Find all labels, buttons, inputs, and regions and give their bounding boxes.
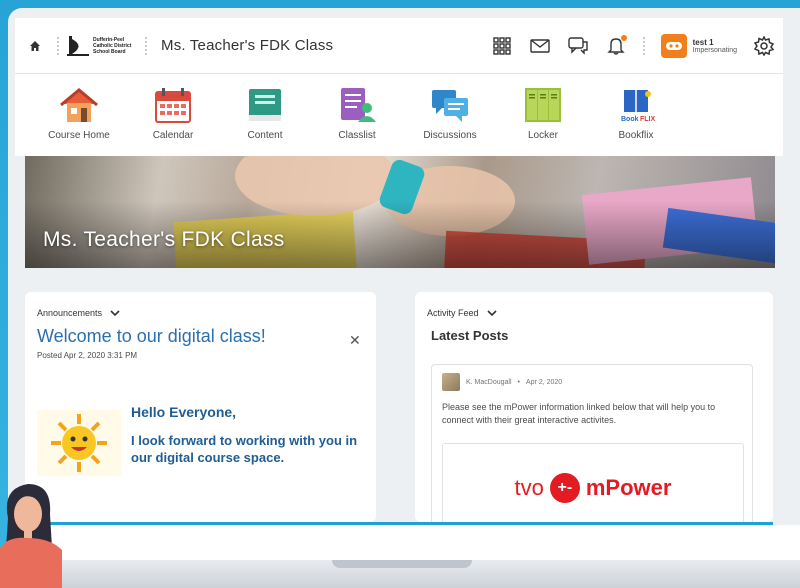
activity-feed-header[interactable]: Activity Feed: [415, 292, 773, 318]
separator: [642, 36, 645, 55]
widget-title: Activity Feed: [427, 308, 479, 318]
laptop-notch: [332, 560, 472, 568]
nav-label: Discussions: [423, 130, 477, 141]
close-icon[interactable]: ✕: [349, 332, 361, 349]
nav-item-course-home[interactable]: Course Home: [39, 86, 119, 141]
top-right-tools: test 1 Impersonating: [491, 33, 783, 58]
announcement-text: Hello Everyone, I look forward to workin…: [131, 404, 367, 476]
post-author[interactable]: K. MacDougall: [466, 379, 512, 386]
activity-feed-widget: Activity Feed Latest Posts K. MacDougall…: [415, 292, 773, 522]
svg-text:Book: Book: [621, 116, 639, 123]
chevron-down-icon[interactable]: [486, 308, 497, 318]
school-logo[interactable]: Dufferin-Peel Catholic District School B…: [67, 34, 137, 58]
course-banner: Ms. Teacher's FDK Class: [25, 156, 775, 268]
teacher-illustration: [0, 484, 62, 588]
chevron-down-icon[interactable]: [110, 308, 120, 318]
mpower-logo-text: mPower: [585, 475, 672, 500]
announcement-paragraph: I look forward to working with you in ou…: [131, 433, 358, 465]
top-bar: Dufferin-Peel Catholic District School B…: [15, 18, 783, 74]
announcements-widget: Announcements Welcome to our digital cla…: [25, 292, 376, 522]
bell-icon[interactable]: [605, 34, 627, 57]
calendar-icon: [155, 88, 191, 123]
nav-label: Calendar: [152, 130, 194, 141]
tvo-mpower-link[interactable]: tvo +- mPower: [442, 443, 744, 522]
notification-dot: [620, 34, 627, 41]
school-logo-text: Dufferin-Peel Catholic District School B…: [93, 36, 132, 55]
nav-label: Locker: [527, 130, 558, 141]
svg-text:FLIX: FLIX: [640, 116, 655, 123]
meta-dot: •: [517, 378, 520, 386]
book-icon: [249, 89, 281, 121]
announcements-header[interactable]: Announcements: [25, 292, 376, 318]
user-menu[interactable]: test 1 Impersonating: [660, 33, 737, 58]
nav-label: Bookflix: [618, 130, 654, 141]
discussion-bubbles-icon: [432, 90, 468, 122]
mpower-logo-icon: +-: [549, 473, 580, 503]
separator: [145, 36, 147, 55]
post-meta: K. MacDougall • Apr 2, 2020: [432, 365, 752, 399]
nav-item-discussions[interactable]: Discussions: [410, 86, 490, 141]
nav-label: Classlist: [338, 130, 376, 141]
nav-label: Content: [247, 130, 283, 141]
course-title[interactable]: Ms. Teacher's FDK Class: [161, 37, 333, 54]
activity-post[interactable]: K. MacDougall • Apr 2, 2020 Please see t…: [431, 364, 753, 522]
banner-title: Ms. Teacher's FDK Class: [43, 228, 285, 251]
apps-grid-icon[interactable]: [491, 35, 513, 57]
nav-item-content[interactable]: Content: [225, 86, 305, 141]
announcement-greeting: Hello Everyone,: [131, 404, 237, 420]
house-icon: [60, 88, 98, 122]
course-navbar: Course Home Calendar Content Classlist D…: [15, 74, 783, 156]
user-avatar: [660, 33, 687, 58]
laptop-screen-bottom: [8, 525, 800, 560]
bookflix-icon: Book FLIX: [620, 90, 655, 123]
user-name: test 1: [692, 37, 714, 47]
mail-icon[interactable]: [529, 35, 551, 57]
classlist-icon: [341, 88, 376, 122]
locker-icon: [525, 88, 561, 122]
sun-icon: [37, 410, 121, 476]
widget-title: Announcements: [37, 308, 103, 318]
tvo-logo-text: tvo: [514, 475, 544, 500]
announcement-title[interactable]: Welcome to our digital class!: [25, 318, 376, 347]
separator: [57, 36, 59, 55]
post-text: Please see the mPower information linked…: [442, 402, 716, 425]
user-status: Impersonating: [692, 46, 737, 54]
gear-icon[interactable]: [753, 35, 775, 57]
nav-item-calendar[interactable]: Calendar: [133, 86, 213, 141]
post-date: Apr 2, 2020: [525, 378, 563, 386]
nav-label: Course Home: [48, 130, 110, 141]
school-logo-icon: [67, 34, 89, 58]
nav-item-locker[interactable]: Locker: [503, 86, 583, 141]
chat-icon[interactable]: [567, 35, 589, 57]
nav-item-classlist[interactable]: Classlist: [317, 86, 397, 141]
announcement-body: Hello Everyone, I look forward to workin…: [37, 404, 367, 476]
home-icon[interactable]: [21, 40, 49, 52]
latest-posts-heading: Latest Posts: [431, 328, 509, 343]
nav-item-bookflix[interactable]: Book FLIX Bookflix: [596, 86, 676, 141]
author-avatar: [442, 373, 460, 391]
announcement-date: Posted Apr 2, 2020 3:31 PM: [37, 351, 138, 360]
